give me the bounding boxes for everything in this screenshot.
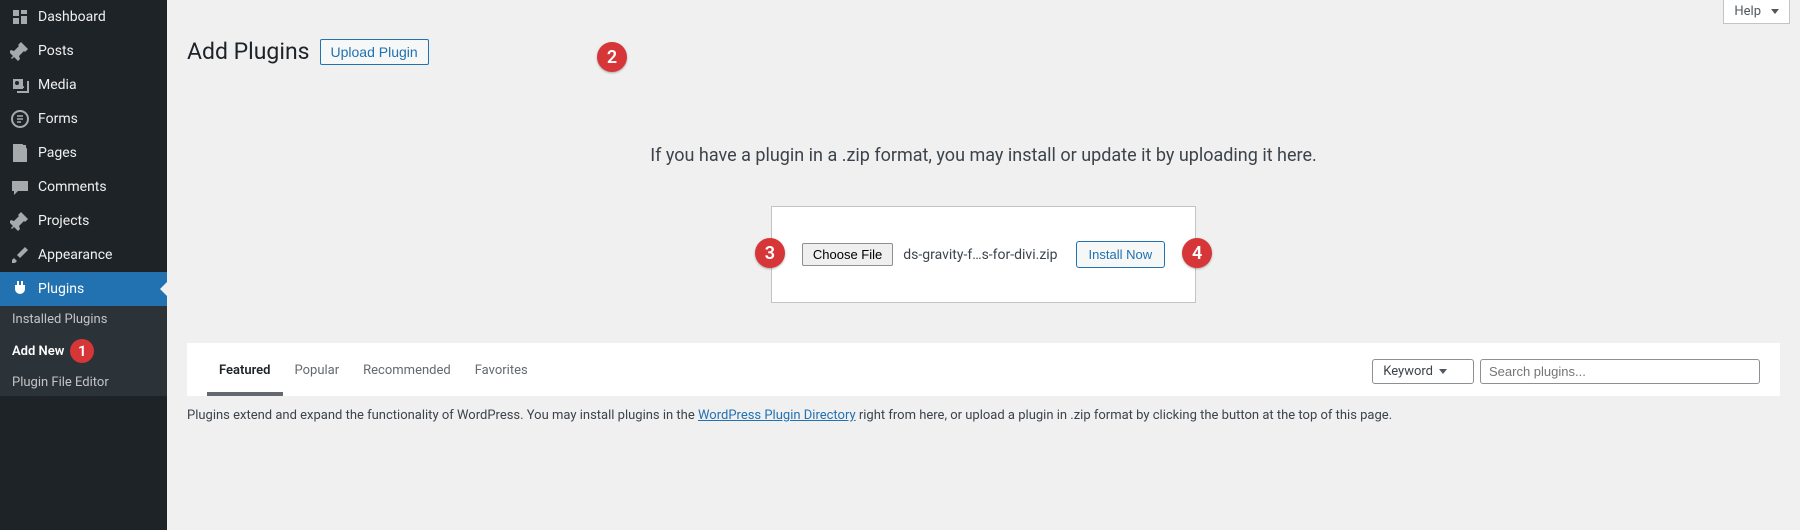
page-title: Add Plugins bbox=[187, 38, 310, 65]
sidebar-sub-installed-plugins[interactable]: Installed Plugins bbox=[0, 306, 167, 333]
sidebar-item-label: Dashboard bbox=[38, 9, 106, 25]
sidebar-item-forms[interactable]: Forms bbox=[0, 102, 167, 136]
search-plugins-input[interactable] bbox=[1480, 359, 1760, 384]
main-content: Help Add Plugins Upload Plugin 2 If you … bbox=[167, 0, 1800, 530]
search-type-select[interactable]: Keyword bbox=[1372, 359, 1474, 384]
sidebar-item-posts[interactable]: Posts bbox=[0, 34, 167, 68]
plug-icon bbox=[10, 279, 30, 299]
comment-icon bbox=[10, 177, 30, 197]
plugin-directory-link[interactable]: WordPress Plugin Directory bbox=[698, 408, 856, 423]
page-header: Add Plugins Upload Plugin 2 bbox=[167, 24, 1800, 75]
sidebar-item-plugins[interactable]: Plugins bbox=[0, 272, 167, 306]
annotation-badge-2: 2 bbox=[597, 42, 627, 72]
sidebar-item-pages[interactable]: Pages bbox=[0, 136, 167, 170]
upload-plugin-panel: If you have a plugin in a .zip format, y… bbox=[167, 75, 1800, 343]
search-type-label: Keyword bbox=[1383, 364, 1433, 379]
sidebar-item-dashboard[interactable]: Dashboard bbox=[0, 0, 167, 34]
media-icon bbox=[10, 75, 30, 95]
tab-popular[interactable]: Popular bbox=[283, 355, 352, 396]
sidebar-submenu-plugins: Installed Plugins Add New 1 Plugin File … bbox=[0, 306, 167, 396]
sidebar-item-projects[interactable]: Projects bbox=[0, 204, 167, 238]
sidebar-sub-add-new[interactable]: Add New 1 bbox=[0, 333, 167, 369]
plugin-filter-tabs: Featured Popular Recommended Favorites K… bbox=[187, 343, 1780, 396]
chevron-down-icon bbox=[1439, 369, 1447, 374]
annotation-badge-3: 3 bbox=[755, 238, 785, 268]
admin-sidebar: Dashboard Posts Media Forms Pages Commen… bbox=[0, 0, 167, 530]
choose-file-button[interactable]: Choose File bbox=[802, 243, 893, 266]
sidebar-item-label: Pages bbox=[38, 145, 77, 161]
sidebar-item-label: Media bbox=[38, 77, 77, 93]
sidebar-sub-plugin-file-editor[interactable]: Plugin File Editor bbox=[0, 369, 167, 396]
screen-meta-row: Help bbox=[167, 0, 1800, 24]
upload-instruction-text: If you have a plugin in a .zip format, y… bbox=[187, 145, 1780, 166]
page-icon bbox=[10, 143, 30, 163]
sidebar-item-label: Comments bbox=[38, 179, 107, 195]
desc-text-post: right from here, or upload a plugin in .… bbox=[856, 408, 1393, 423]
sidebar-item-appearance[interactable]: Appearance bbox=[0, 238, 167, 272]
plugin-browser-description: Plugins extend and expand the functional… bbox=[167, 408, 1800, 439]
sidebar-item-label: Forms bbox=[38, 111, 78, 127]
plugin-browser: Featured Popular Recommended Favorites K… bbox=[187, 343, 1780, 396]
chevron-down-icon bbox=[1771, 9, 1779, 14]
sidebar-item-label: Plugins bbox=[38, 281, 84, 297]
selected-file-name: ds-gravity-f…s-for-divi.zip bbox=[903, 247, 1057, 263]
sidebar-item-label: Projects bbox=[38, 213, 89, 229]
sidebar-sub-label: Add New bbox=[12, 344, 64, 359]
pin-icon bbox=[10, 41, 30, 61]
tab-featured[interactable]: Featured bbox=[207, 355, 283, 396]
help-toggle[interactable]: Help bbox=[1723, 0, 1790, 24]
forms-icon bbox=[10, 109, 30, 129]
help-label: Help bbox=[1734, 4, 1761, 19]
sidebar-item-media[interactable]: Media bbox=[0, 68, 167, 102]
pin-icon bbox=[10, 211, 30, 231]
brush-icon bbox=[10, 245, 30, 265]
install-now-button[interactable]: Install Now bbox=[1076, 241, 1166, 268]
tab-recommended[interactable]: Recommended bbox=[351, 355, 463, 396]
upload-plugin-button[interactable]: Upload Plugin bbox=[320, 39, 429, 65]
sidebar-item-label: Posts bbox=[38, 43, 74, 59]
sidebar-item-label: Appearance bbox=[38, 247, 112, 263]
sidebar-item-comments[interactable]: Comments bbox=[0, 170, 167, 204]
annotation-badge-1: 1 bbox=[70, 339, 94, 363]
annotation-badge-4: 4 bbox=[1182, 238, 1212, 268]
desc-text-pre: Plugins extend and expand the functional… bbox=[187, 408, 698, 423]
plugin-search-controls: Keyword bbox=[1372, 359, 1760, 392]
upload-form: Choose File ds-gravity-f…s-for-divi.zip … bbox=[771, 206, 1196, 303]
tab-favorites[interactable]: Favorites bbox=[463, 355, 540, 396]
dashboard-icon bbox=[10, 7, 30, 27]
